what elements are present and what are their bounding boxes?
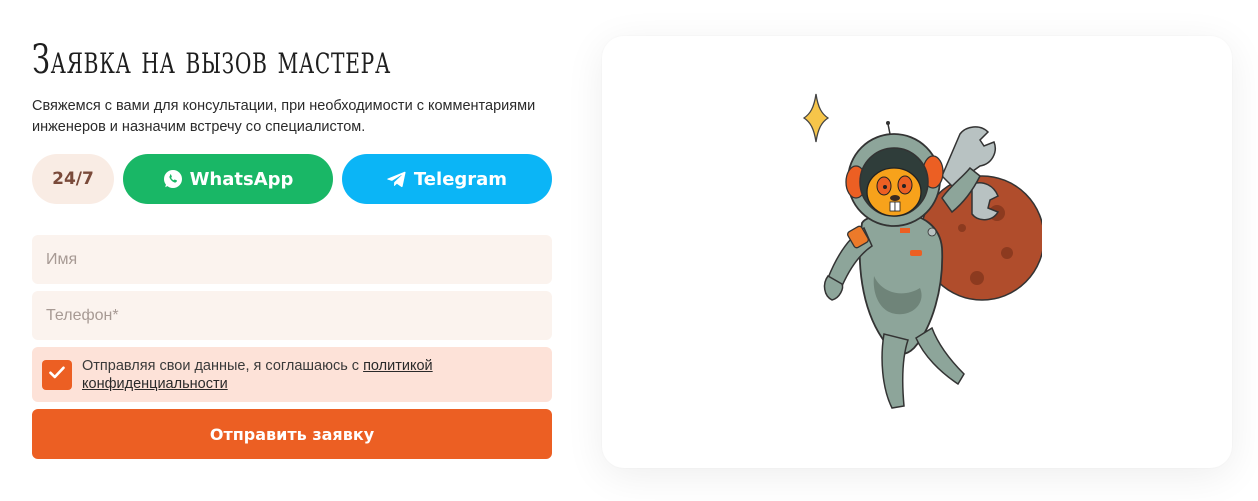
astronaut-beaver-illustration xyxy=(792,88,1045,423)
whatsapp-label: WhatsApp xyxy=(189,168,294,190)
form-subtitle: Свяжемся с вами для консультации, при не… xyxy=(32,98,536,135)
form-title: Заявка на вызов мастера xyxy=(32,37,391,83)
availability-badge: 24/7 xyxy=(32,154,114,204)
request-form: Заявка на вызов мастера Свяжемся с вами … xyxy=(32,30,552,459)
whatsapp-button[interactable]: WhatsApp xyxy=(123,154,333,204)
telegram-button[interactable]: Telegram xyxy=(342,154,552,204)
phone-input[interactable] xyxy=(32,291,552,340)
name-input[interactable] xyxy=(32,235,552,284)
illustration-card xyxy=(602,36,1232,468)
consent-label: Отправляя свои данные, я соглашаюсь с xyxy=(82,357,360,374)
contact-buttons: 24/7 WhatsApp Telegram xyxy=(32,154,552,204)
checkmark-icon xyxy=(49,366,65,384)
consent-text: Отправляя свои данные, я соглашаюсь с по… xyxy=(82,357,542,393)
availability-label: 24/7 xyxy=(52,169,94,189)
consent-checkbox[interactable] xyxy=(42,359,72,390)
telegram-label: Telegram xyxy=(413,168,508,190)
whatsapp-icon xyxy=(163,169,183,189)
submit-button[interactable]: Отправить заявку xyxy=(32,409,552,459)
telegram-icon xyxy=(387,171,406,188)
consent-row: Отправляя свои данные, я соглашаюсь с по… xyxy=(32,347,552,402)
